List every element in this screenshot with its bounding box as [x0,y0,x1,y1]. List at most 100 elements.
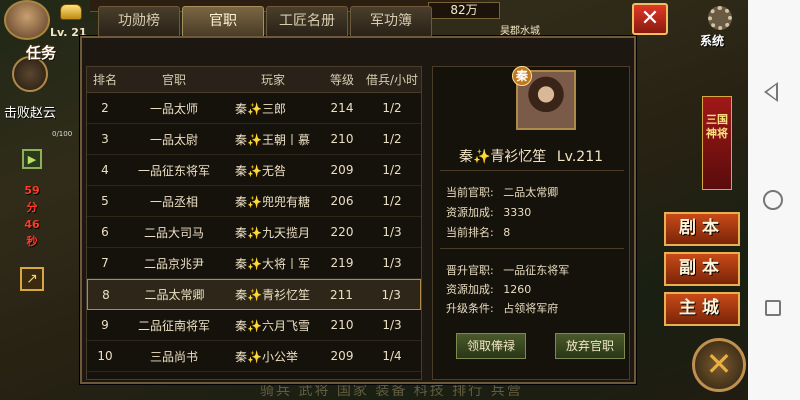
table-row[interactable]: 9 二品征南将军 秦✨六月飞雪 210 1/3 [87,310,421,341]
cell-rank: 6 [101,225,109,239]
current-rank-row: 当前排名: 8 [446,224,510,240]
cell-troops: 1/3 [382,256,402,270]
cell-player: 秦✨小公举 [225,348,321,365]
play-icon[interactable]: ▶ [22,149,42,169]
cell-title: 一品丞相 [149,194,198,209]
resource-bonus-value: 3330 [503,206,532,219]
promote-title-value: 一品征东将军 [503,264,570,277]
settings-button[interactable]: 系统 [696,6,744,50]
player-name: 小公举 [261,349,298,364]
task-button[interactable]: 任务 击败赵云 [4,44,66,121]
cell-rank: 9 [101,318,109,332]
city-label: 昊郡水城 [500,26,540,37]
table-row[interactable]: 4 一品征东将军 秦✨无咎 209 1/2 [87,155,421,186]
timer-minutes: 59 [24,184,40,197]
table-row[interactable]: 8 二品太常卿 秦✨青衫忆笙 211 1/3 [87,279,421,310]
cell-troops: 1/2 [382,163,402,177]
player-faction: 秦 [235,349,248,364]
player-avatar[interactable] [4,0,50,40]
player-name: 九天揽月 [261,225,310,240]
cell-player: 秦✨王朝丨慕 [225,131,321,148]
cell-troops: 1/3 [382,225,402,239]
tab-military-record[interactable]: 军功簿 [350,6,432,36]
table-header: 排名 官职 玩家 等级 借兵/小时 [87,67,421,93]
timer-minutes-unit: 分 [26,201,38,214]
sparkle-icon: ✨ [247,256,262,271]
sparkle-icon: ✨ [247,288,263,302]
current-title-row: 当前官职: 二品太常卿 [446,184,558,200]
close-panel-button[interactable]: ✕ [632,3,668,35]
promote-title-label: 晋升官职: [446,264,494,277]
script-button[interactable]: 剧本 [664,212,740,246]
sparkle-icon: ✨ [247,225,262,240]
table-row[interactable]: 5 一品丞相 秦✨兜兜有糖 206 1/2 [87,186,421,217]
arrow-out-icon[interactable]: ↗ [20,267,44,291]
current-rank-label: 当前排名: [446,226,494,239]
upgrade-condition-value: 占领将军府 [503,302,559,315]
promote-bonus-label: 资源加成: [446,283,494,296]
tab-merit-ranking[interactable]: 功勋榜 [98,6,180,36]
resource-bonus-label: 资源加成: [446,206,494,219]
table-row[interactable]: 6 二品大司马 秦✨九天揽月 220 1/3 [87,217,421,248]
cell-player: 秦✨清酒暖心 [225,379,321,380]
current-rank-value: 8 [503,226,511,239]
current-title-label: 当前官职: [446,186,494,199]
generals-banner[interactable]: 三国神将 [702,96,732,190]
tab-official-positions[interactable]: 官职 [182,6,264,36]
timer-seconds: 46 [24,218,40,231]
table-row[interactable]: 3 一品太尉 秦✨王朝丨慕 210 1/2 [87,124,421,155]
cell-troops: 1/2 [382,101,402,115]
cell-title: 二品京兆尹 [143,256,204,271]
table-row[interactable]: 10 三品尚书 秦✨小公举 209 1/4 [87,341,421,372]
sparkle-icon: ✨ [247,101,262,116]
table-row[interactable]: 2 一品太师 秦✨三郎 214 1/2 [87,93,421,124]
cell-rank: 7 [101,256,109,270]
cell-level: 206 [330,194,354,208]
detail-name-text: 秦✨青衫忆笙 [458,149,547,165]
cell-player: 秦✨大将丨军 [225,255,321,272]
dungeon-button[interactable]: 副本 [664,252,740,286]
player-faction: 秦 [235,318,248,333]
cell-level: 209 [330,349,354,363]
table-body: 2 一品太师 秦✨三郎 214 1/2 3 一品太尉 秦✨王朝丨慕 210 1/2 4 一品征东将军秦… [87,93,421,380]
header-troops: 借兵/小时 [365,73,419,87]
header-player: 玩家 [260,73,285,87]
recent-apps-icon[interactable] [765,300,781,316]
detail-divider-2 [440,248,624,249]
settings-label: 系统 [700,34,725,48]
resign-position-button[interactable]: 放弃官职 [555,333,625,359]
home-icon[interactable] [763,190,783,210]
header-title: 官职 [161,73,186,87]
close-menu-icon[interactable]: ✕ [692,338,746,392]
promote-bonus-value: 1260 [503,283,532,296]
upgrade-condition-label: 升级条件: [446,302,494,315]
player-faction: 秦 [235,194,248,209]
main-city-button[interactable]: 主城 [664,292,740,326]
table-row[interactable]: 7 二品京兆尹 秦✨大将丨军 219 1/3 [87,248,421,279]
player-name: 大将丨军 [261,256,310,271]
cell-title: 二品太常卿 [144,288,205,302]
gold-ingot-icon [60,4,82,20]
player-faction: 秦 [235,288,248,302]
collect-salary-button[interactable]: 领取俸禄 [456,333,526,359]
cell-troops: 1/4 [382,349,402,363]
sparkle-icon: ✨ [247,132,262,147]
cell-troops: 1/3 [381,287,401,302]
cell-title: 一品太尉 [149,132,198,147]
cell-level: 210 [330,132,354,146]
detail-player-name: 秦✨青衫忆笙 Lv.211 [432,146,630,166]
cell-level: 209 [330,163,354,177]
resource-bonus-row: 资源加成: 3330 [446,204,531,220]
cell-title: 一品征东将军 [137,163,210,178]
table-row[interactable]: 11三品征西将军秦✨清酒暖心2081/4 [87,372,421,380]
cell-level: 220 [330,225,354,239]
player-name: 六月飞雪 [261,318,310,333]
back-icon[interactable] [764,82,778,102]
tab-craftsman-roster[interactable]: 工匠名册 [266,6,348,36]
player-name: 无咎 [261,163,286,178]
sparkle-icon: ✨ [247,163,262,178]
player-faction: 秦 [235,163,248,178]
cell-player: 秦✨三郎 [225,100,321,117]
player-name: 三郎 [261,101,286,116]
ranking-table: 排名 官职 玩家 等级 借兵/小时 2 一品太师 秦✨三郎 214 1/2 3 一品太尉 秦✨… [86,66,422,380]
